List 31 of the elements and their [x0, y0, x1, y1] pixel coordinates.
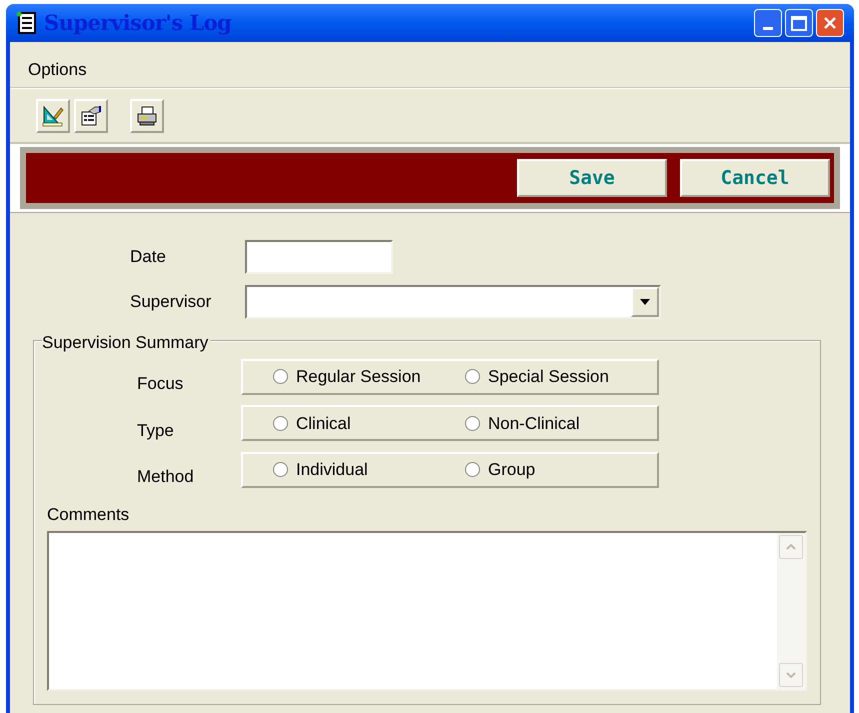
maximize-button[interactable]	[785, 9, 813, 37]
toolbar-button[interactable]	[130, 98, 164, 132]
toolbar-button[interactable]	[36, 98, 70, 132]
field-label: Date	[129, 246, 167, 268]
minimize-button[interactable]	[754, 9, 782, 37]
scroll-down-icon[interactable]	[779, 663, 803, 687]
action-button[interactable]: Cancel	[680, 159, 830, 197]
menu-item[interactable]: Options	[28, 46, 87, 82]
ruler-triangle-icon	[42, 104, 64, 126]
radio-option[interactable]: Special Session	[465, 364, 609, 390]
close-button[interactable]	[816, 9, 844, 37]
field-label: Comments	[46, 504, 130, 526]
row-label: Focus	[136, 373, 184, 395]
scroll-up-icon[interactable]	[779, 535, 803, 559]
printer-icon	[136, 104, 158, 126]
field-label: Supervisor	[129, 291, 212, 314]
action-button[interactable]: Save	[517, 159, 667, 197]
toolbar-button[interactable]	[74, 98, 108, 132]
supervisor-dropdown[interactable]	[245, 285, 661, 319]
row-label: Method	[136, 466, 195, 488]
radio-option[interactable]: Group	[465, 457, 536, 482]
window-title: Supervisor's Log	[44, 9, 232, 38]
date-field[interactable]	[245, 240, 393, 274]
radio-option[interactable]: Individual	[273, 457, 465, 482]
radio-option[interactable]: Clinical	[273, 410, 465, 436]
scrollbar[interactable]	[777, 533, 805, 689]
close-icon	[822, 15, 838, 31]
radio-option[interactable]: Non-Clinical	[465, 410, 580, 436]
radio-option[interactable]: Regular Session	[273, 364, 465, 390]
row-label: Type	[136, 420, 175, 442]
form-hand-icon	[80, 104, 102, 126]
